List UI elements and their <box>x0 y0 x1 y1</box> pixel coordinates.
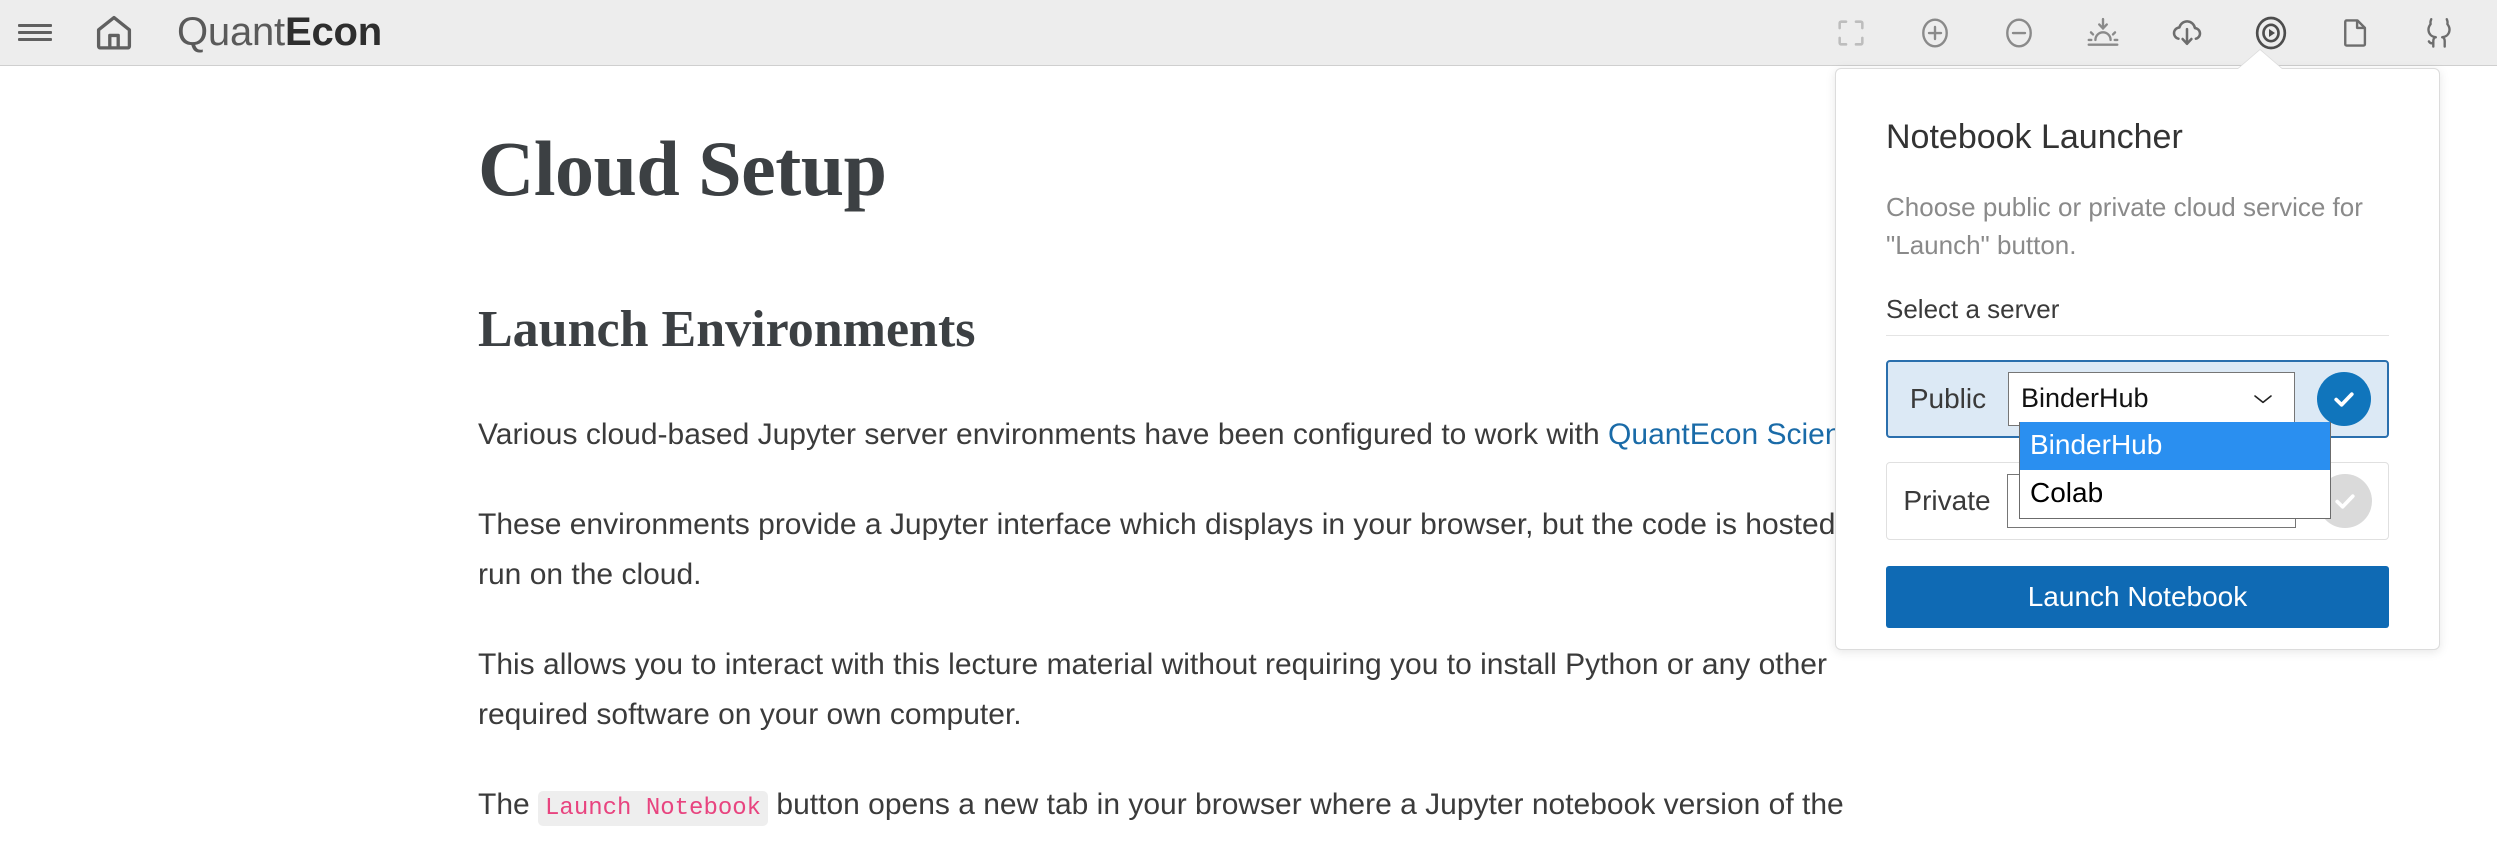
document-body: Cloud Setup Launch Environments Various … <box>478 66 1938 834</box>
hamburger-menu-icon[interactable] <box>5 0 65 66</box>
public-row-label: Public <box>1909 382 1987 414</box>
popup-content: Notebook Launcher Choose public or priva… <box>1836 69 2439 628</box>
brand-logo[interactable]: QuantEcon <box>177 10 382 55</box>
paragraph-3: This allows you to interact with this le… <box>478 647 1827 731</box>
theme-toggle-icon[interactable] <box>2075 5 2131 61</box>
header-left-group: QuantEcon <box>0 0 382 66</box>
brand-bold-text: Econ <box>284 10 382 54</box>
hamburger-line <box>18 31 52 34</box>
select-server-label: Select a server <box>1886 294 2389 336</box>
public-select-wrapper: BinderHub <box>2008 371 2295 426</box>
header-toolbar <box>1809 0 2481 66</box>
chevron-down-icon <box>2254 394 2272 403</box>
top-header-bar: QuantEcon <box>0 0 2497 66</box>
dropdown-option-binderhub[interactable]: BinderHub <box>2020 422 2330 470</box>
notebook-launcher-popup: Notebook Launcher Choose public or priva… <box>1835 68 2440 650</box>
private-row-label: Private <box>1903 484 1991 516</box>
paragraph-2: These environments provide a Jupyter int… <box>478 507 1894 591</box>
page-title: Cloud Setup <box>478 125 887 212</box>
popup-title: Notebook Launcher <box>1886 118 2183 156</box>
hamburger-line <box>18 38 52 41</box>
popup-caret <box>2238 50 2282 69</box>
launch-notebook-button[interactable]: Launch Notebook <box>1886 565 2389 628</box>
hamburger-line <box>18 24 52 27</box>
github-icon[interactable] <box>2411 5 2467 61</box>
public-row-check-icon[interactable] <box>2317 371 2371 426</box>
paragraph-4-text-before: The <box>478 787 539 821</box>
paragraph-1-text-before: Various cloud-based Jupyter server envir… <box>478 417 1609 451</box>
public-server-select[interactable]: BinderHub <box>2008 371 2295 426</box>
popup-description: Choose public or private cloud service f… <box>1886 191 2363 260</box>
download-cloud-icon[interactable] <box>2159 5 2215 61</box>
dropdown-option-colab[interactable]: Colab <box>2020 470 2330 518</box>
quantecon-science-link[interactable]: QuantEcon Science <box>1608 418 1873 451</box>
paragraph-4-text-after: button opens a new tab in your browser w… <box>768 787 1844 821</box>
zoom-in-icon[interactable] <box>1907 5 1963 61</box>
server-dropdown-list[interactable]: BinderHub Colab <box>2019 422 2331 519</box>
paragraph-1: Various cloud-based Jupyter server envir… <box>478 410 1938 460</box>
inline-code-launch-notebook: Launch Notebook <box>538 790 769 826</box>
brand-light-text: Quant <box>177 10 285 54</box>
zoom-out-icon[interactable] <box>1991 5 2047 61</box>
home-icon[interactable] <box>83 0 145 66</box>
public-server-selected-value: BinderHub <box>2021 383 2149 414</box>
fullscreen-icon[interactable] <box>1823 5 1879 61</box>
paragraph-4: The Launch Notebook button opens a new t… <box>478 780 1938 834</box>
section-heading: Launch Environments <box>478 300 976 358</box>
file-icon[interactable] <box>2327 5 2383 61</box>
